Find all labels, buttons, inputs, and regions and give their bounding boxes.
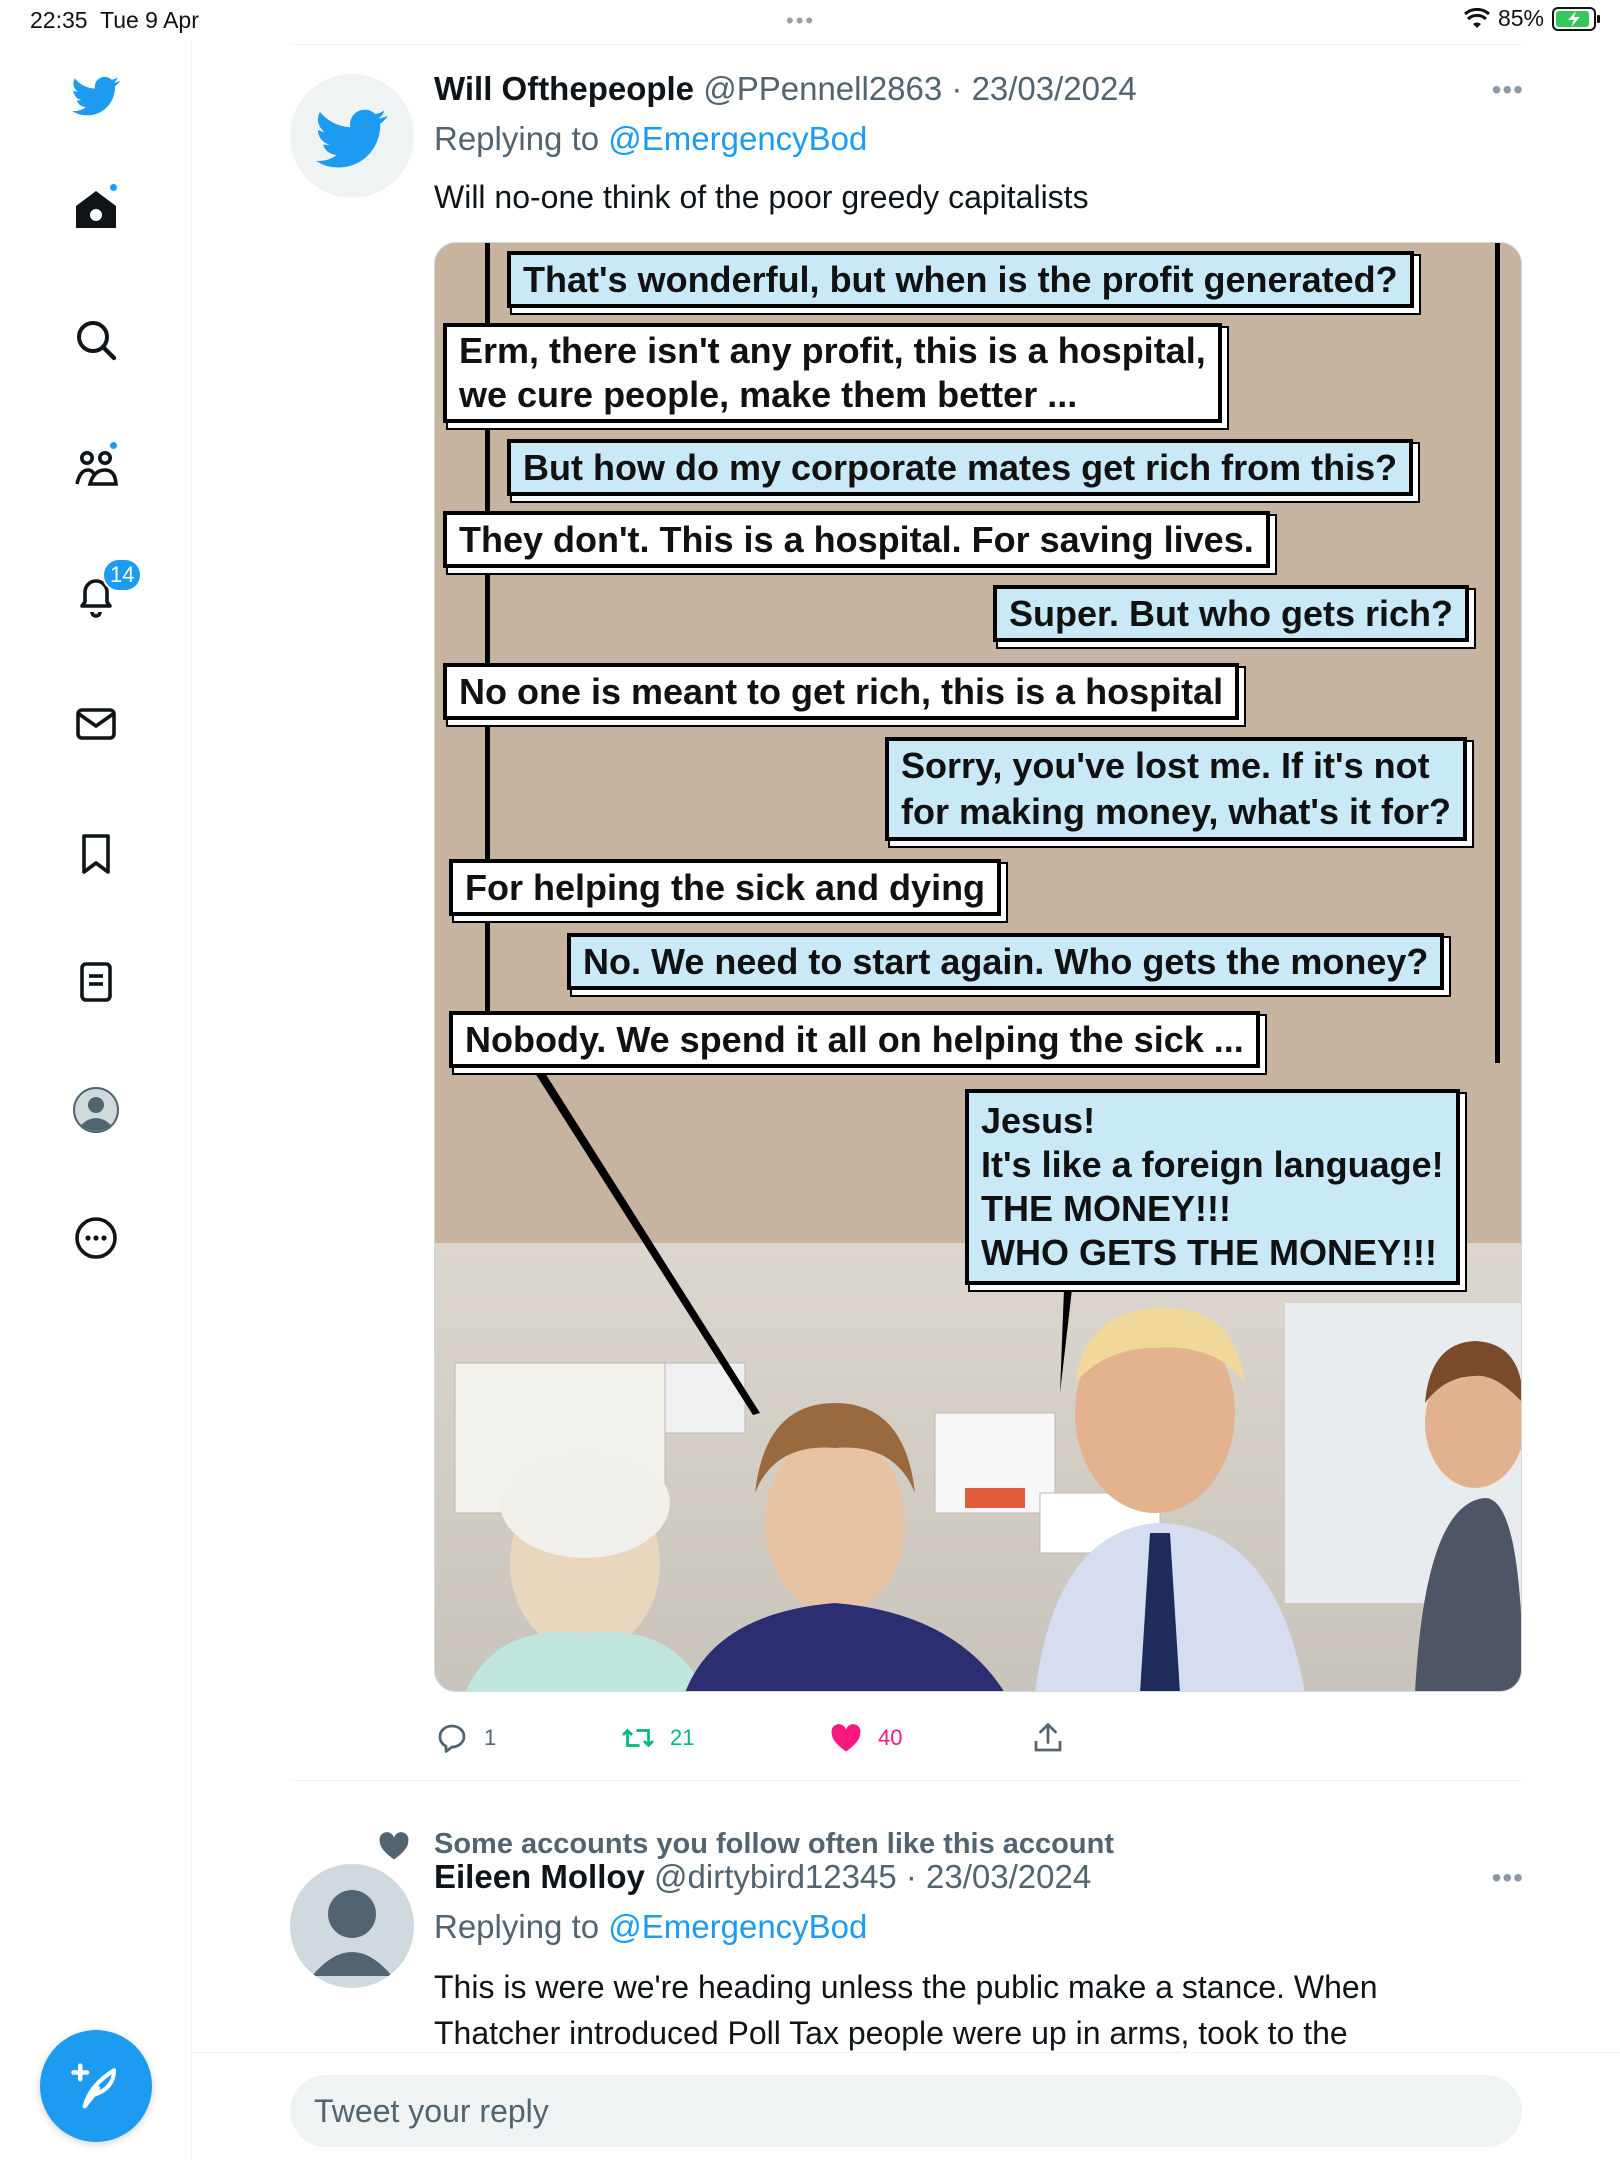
speech-bubble: Nobody. We spend it all on helping the s…	[449, 1011, 1260, 1068]
tweet-header: Will Ofthepeople @PPennell2863 · 23/03/2…	[434, 70, 1137, 108]
tweet-thread: Will Ofthepeople @PPennell2863 · 23/03/2…	[192, 40, 1620, 2160]
bookmark-icon	[82, 834, 110, 874]
divider	[290, 44, 1522, 45]
speech-bubble: For helping the sick and dying	[449, 859, 1002, 916]
speech-bubble-line: Sorry, you've lost me. If it's not	[901, 745, 1430, 786]
author-handle[interactable]: @dirtybird12345	[654, 1858, 897, 1895]
communities-icon	[75, 451, 118, 486]
list-icon	[80, 962, 112, 1002]
like-count: 40	[878, 1725, 903, 1750]
sidebar-item-more[interactable]	[62, 1204, 130, 1272]
sidebar-item-notifications[interactable]: 14	[62, 558, 143, 630]
tweet-text-line: Thatcher introduced Poll Tax people were…	[434, 2015, 1348, 2051]
share-icon	[1034, 1723, 1062, 1752]
speech-bubble-line: It's like a foreign language!	[981, 1144, 1444, 1185]
replying-prefix: Replying to	[434, 120, 609, 157]
retweet-count: 21	[670, 1725, 695, 1750]
tweet-text: Will no-one think of the poor greedy cap…	[434, 179, 1089, 215]
separator: ·	[942, 70, 972, 107]
home-unread-dot	[108, 182, 119, 193]
like-button[interactable]: 40	[828, 1720, 902, 1756]
speech-bubble-line: THE MONEY!!!	[981, 1188, 1231, 1229]
sidebar-item-communities[interactable]	[62, 434, 130, 502]
tweet-actions: 1 21 40	[434, 1720, 1522, 1768]
retweet-button[interactable]: 21	[620, 1720, 694, 1756]
speech-bubble: Erm, there isn't any profit, this is a h…	[443, 323, 1222, 423]
replying-prefix: Replying to	[434, 1908, 609, 1945]
status-right: 85%	[1463, 5, 1602, 32]
sidebar: 14	[0, 40, 192, 2160]
retweet-icon	[622, 1728, 654, 1748]
search-icon	[77, 321, 117, 361]
sidebar-item-profile[interactable]	[62, 1076, 130, 1144]
heart-social-context-icon	[379, 1832, 409, 1860]
speech-bubble: No one is meant to get rich, this is a h…	[443, 663, 1240, 720]
tweet-header: Eileen Molloy @dirtybird12345 · 23/03/20…	[434, 1858, 1091, 1896]
notifications-badge: 14	[102, 558, 143, 592]
speech-bubble: They don't. This is a hospital. For savi…	[443, 511, 1270, 568]
more-circle-icon	[75, 1217, 117, 1259]
heart-filled-icon	[831, 1724, 861, 1752]
sidebar-item-lists[interactable]	[62, 948, 130, 1016]
reply-button[interactable]: 1	[434, 1720, 496, 1756]
feather-plus-icon	[71, 2063, 117, 2109]
reply-bar	[192, 2052, 1620, 2160]
profile-avatar-icon	[73, 1087, 119, 1133]
tweet-text-line: This is were we're heading unless the pu…	[434, 1969, 1378, 2005]
author-name[interactable]: Eileen Molloy	[434, 1858, 645, 1895]
twitter-bird-avatar-icon	[315, 109, 388, 168]
sidebar-item-home[interactable]	[62, 176, 130, 244]
share-button[interactable]	[1030, 1720, 1066, 1756]
tweet-image[interactable]: That's wonderful, but when is the profit…	[434, 242, 1522, 1692]
status-bar: 22:35 Tue 9 Apr ••• 85%	[0, 0, 1620, 40]
conversation-line	[1495, 243, 1500, 1063]
wifi-icon	[1463, 7, 1490, 28]
reply-input[interactable]	[290, 2075, 1522, 2147]
more-options-icon[interactable]: •••	[1492, 1862, 1524, 1894]
divider	[290, 1780, 1522, 1781]
envelope-icon	[76, 708, 116, 740]
sidebar-item-messages[interactable]	[62, 690, 130, 758]
speech-bubble-line: WHO GETS THE MONEY!!!	[981, 1232, 1437, 1273]
communities-unread-dot	[108, 440, 119, 451]
speech-bubble-line: for making money, what's it for?	[901, 791, 1451, 832]
avatar[interactable]	[290, 74, 414, 198]
speech-bubble: Jesus! It's like a foreign language! THE…	[965, 1089, 1460, 1285]
twitter-logo-icon[interactable]	[62, 62, 130, 130]
battery-percent: 85%	[1497, 5, 1544, 31]
status-date: Tue 9 Apr	[100, 7, 199, 33]
speech-bubble-line: we cure people, make them better ...	[459, 374, 1078, 415]
default-avatar-icon	[312, 1890, 392, 1976]
mention-link[interactable]: @EmergencyBod	[608, 120, 867, 157]
battery-charging-icon	[1552, 6, 1600, 31]
speech-bubble: But how do my corporate mates get rich f…	[507, 439, 1414, 496]
mention-link[interactable]: @EmergencyBod	[608, 1908, 867, 1945]
replying-to: Replying to @EmergencyBod	[434, 1908, 867, 1946]
multitasking-dots-icon[interactable]: •••	[786, 8, 815, 34]
compose-tweet-button[interactable]	[40, 2030, 152, 2142]
tweet-date[interactable]: 23/03/2024	[972, 70, 1137, 107]
avatar[interactable]	[290, 1864, 414, 1988]
reply-count: 1	[484, 1725, 497, 1750]
author-name[interactable]: Will Ofthepeople	[434, 70, 694, 107]
tweet-date[interactable]: 23/03/2024	[926, 1858, 1091, 1895]
replying-to: Replying to @EmergencyBod	[434, 120, 867, 158]
social-context: Some accounts you follow often like this…	[434, 1828, 1114, 1860]
home-icon	[76, 191, 116, 228]
speech-bubble: That's wonderful, but when is the profit…	[507, 251, 1414, 308]
speech-bubble: Super. But who gets rich?	[993, 585, 1470, 642]
more-options-icon[interactable]: •••	[1492, 74, 1524, 106]
author-handle[interactable]: @PPennell2863	[703, 70, 942, 107]
sidebar-item-bookmarks[interactable]	[62, 820, 130, 888]
speech-bubble-line: Jesus!	[981, 1100, 1096, 1141]
status-time: 22:35	[30, 7, 88, 33]
speech-bubble-line: Erm, there isn't any profit, this is a h…	[459, 330, 1206, 371]
speech-bubble: No. We need to start again. Who gets the…	[567, 933, 1445, 990]
reply-icon	[438, 1724, 466, 1753]
separator: ·	[896, 1858, 927, 1895]
tweet-text: This is were we're heading unless the pu…	[434, 1964, 1514, 2056]
sidebar-item-explore[interactable]	[62, 306, 130, 374]
speech-bubble: Sorry, you've lost me. If it's not for m…	[885, 737, 1467, 841]
